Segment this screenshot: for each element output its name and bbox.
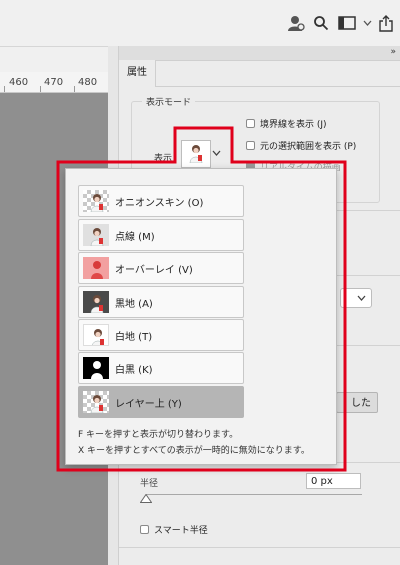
view-mode-preview[interactable] (181, 140, 211, 168)
view-mode-label: レイヤー上 (Y) (115, 398, 182, 410)
view-mode-thumbnail (83, 291, 109, 313)
view-mode-option[interactable]: 白黒 (K) (78, 352, 244, 384)
ruler-label: 460 (9, 77, 29, 88)
checkbox-box[interactable] (140, 525, 149, 534)
hint-toggle-view: F キーを押すと表示が切り替わります。 (78, 430, 239, 440)
checkbox-box[interactable] (246, 119, 255, 128)
horizontal-ruler: 460 470 480 (0, 72, 108, 93)
tab-properties[interactable]: 属性 (119, 60, 156, 86)
show-edge-checkbox[interactable]: 境界線を表示 (J) (246, 117, 327, 130)
view-mode-thumbnail (83, 190, 109, 212)
show-original-checkbox[interactable]: 元の選択範囲を表示 (P) (246, 139, 356, 152)
cloud-user-icon[interactable] (286, 13, 306, 33)
chevron-down-icon (357, 295, 366, 301)
person-thumbnail-icon (90, 228, 104, 246)
section-divider (119, 547, 400, 548)
person-overlay-icon (91, 261, 103, 279)
smart-radius-checkbox[interactable]: スマート半径 (140, 523, 208, 536)
view-label: 表示 (154, 154, 173, 164)
tab-underline (155, 86, 400, 87)
person-thumbnail-icon (189, 145, 203, 163)
person-thumbnail-icon (90, 395, 104, 413)
panel-header-bar (119, 46, 400, 61)
workspace-icon[interactable] (337, 13, 357, 33)
view-mode-title: 表示モード (142, 95, 196, 108)
chevron-down-icon[interactable] (357, 13, 377, 33)
hint-disable-view: X キーを押すとすべての表示が一時的に無効になります。 (78, 446, 310, 456)
view-mode-thumbnail (83, 257, 109, 279)
view-mode-label: オーバーレイ (V) (115, 264, 193, 276)
view-mode-thumbnail (83, 224, 109, 246)
show-original-label: 元の選択範囲を表示 (P) (260, 142, 357, 152)
view-mode-option[interactable]: 黒地 (A) (78, 286, 244, 318)
output-select[interactable] (340, 288, 372, 308)
ruler-label: 480 (78, 77, 98, 88)
view-dropdown-chevron-icon[interactable] (212, 148, 221, 159)
view-mode-thumbnail (83, 357, 109, 379)
view-mode-label: オニオンスキン (O) (115, 197, 204, 209)
radius-slider-track[interactable] (146, 494, 362, 495)
view-mode-option[interactable]: オーバーレイ (V) (78, 252, 244, 284)
radius-slider-thumb[interactable] (139, 493, 153, 506)
person-thumbnail-icon (92, 329, 104, 345)
collapse-panel-icon[interactable]: » (390, 47, 396, 57)
view-mode-label: 黒地 (A) (115, 298, 153, 310)
view-mode-label: 白黒 (K) (115, 364, 153, 376)
view-mode-thumbnail (83, 391, 109, 413)
view-mode-option[interactable]: オニオンスキン (O) (78, 185, 244, 217)
view-mode-option[interactable]: レイヤー上 (Y) (78, 386, 244, 418)
share-icon[interactable] (376, 13, 396, 33)
app-toolbar (0, 0, 400, 47)
radius-input[interactable]: 0 px (306, 473, 361, 489)
show-edge-label: 境界線を表示 (J) (260, 120, 327, 130)
person-thumbnail-icon (90, 295, 104, 313)
partially-hidden-button[interactable]: した (336, 392, 378, 413)
person-silhouette-icon (91, 361, 103, 379)
view-mode-option[interactable]: 点線 (M) (78, 219, 244, 251)
checkbox-box[interactable] (246, 141, 255, 150)
ruler-label: 470 (44, 77, 64, 88)
search-icon[interactable] (311, 13, 331, 33)
view-mode-popup: オニオンスキン (O) 点線 (M) オーバーレイ (V) 黒地 (A) 白地 (T) 白… (65, 168, 337, 465)
smart-radius-label: スマート半径 (154, 526, 208, 536)
person-thumbnail-icon (90, 194, 104, 212)
radius-label: 半径 (140, 479, 159, 489)
view-mode-option[interactable]: 白地 (T) (78, 319, 244, 351)
view-mode-label: 点線 (M) (115, 231, 155, 243)
view-mode-thumbnail (83, 324, 109, 346)
view-mode-label: 白地 (T) (115, 331, 153, 343)
